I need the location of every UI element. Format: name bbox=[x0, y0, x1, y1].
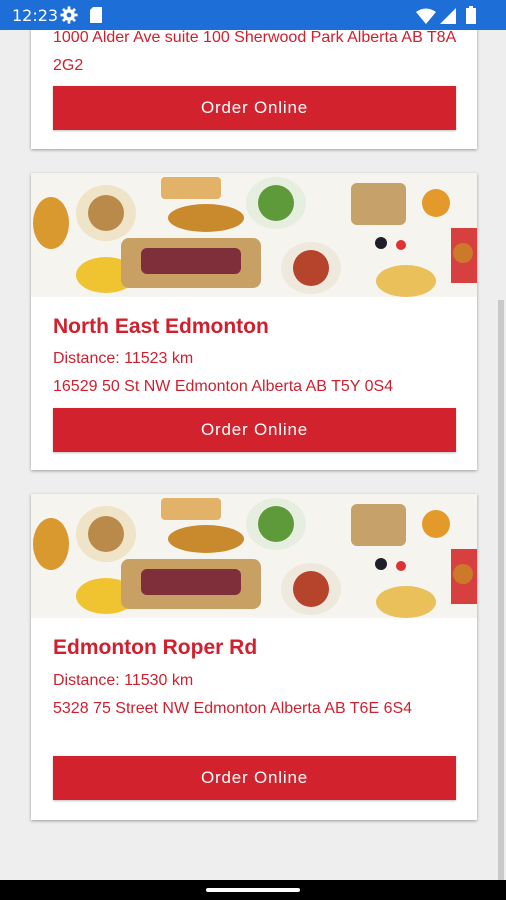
location-card: North East Edmonton Distance: 11523 km 1… bbox=[31, 173, 477, 470]
scrollbar[interactable] bbox=[498, 300, 504, 880]
location-distance: Distance: 11523 km bbox=[53, 350, 194, 367]
wifi-icon bbox=[416, 8, 436, 24]
location-name: North East Edmonton bbox=[53, 315, 269, 338]
location-distance: Distance: 11530 km bbox=[53, 672, 194, 689]
location-name: Edmonton Roper Rd bbox=[53, 636, 258, 659]
location-address: 1000 Alder Ave suite 100 Sherwood Park A… bbox=[53, 29, 456, 74]
status-bar: 12:23 bbox=[0, 0, 506, 30]
order-online-button[interactable]: Order Online bbox=[53, 756, 456, 800]
order-online-button[interactable]: Order Online bbox=[53, 408, 456, 452]
sd-card-icon bbox=[90, 7, 102, 23]
food-banner-image bbox=[31, 494, 477, 618]
order-online-button[interactable]: Order Online bbox=[53, 86, 456, 130]
location-address: 16529 50 St NW Edmonton Alberta AB T5Y 0… bbox=[53, 378, 394, 395]
signal-icon bbox=[440, 8, 456, 24]
navigation-bar bbox=[0, 880, 506, 900]
location-address: 5328 75 Street NW Edmonton Alberta AB T6… bbox=[53, 700, 413, 717]
home-gesture-handle[interactable] bbox=[206, 888, 300, 892]
location-card: Edmonton Roper Rd Distance: 11530 km 532… bbox=[31, 494, 477, 820]
status-time: 12:23 bbox=[12, 6, 59, 25]
food-banner-image bbox=[31, 173, 477, 297]
battery-icon bbox=[466, 6, 476, 24]
gear-icon bbox=[60, 6, 78, 24]
